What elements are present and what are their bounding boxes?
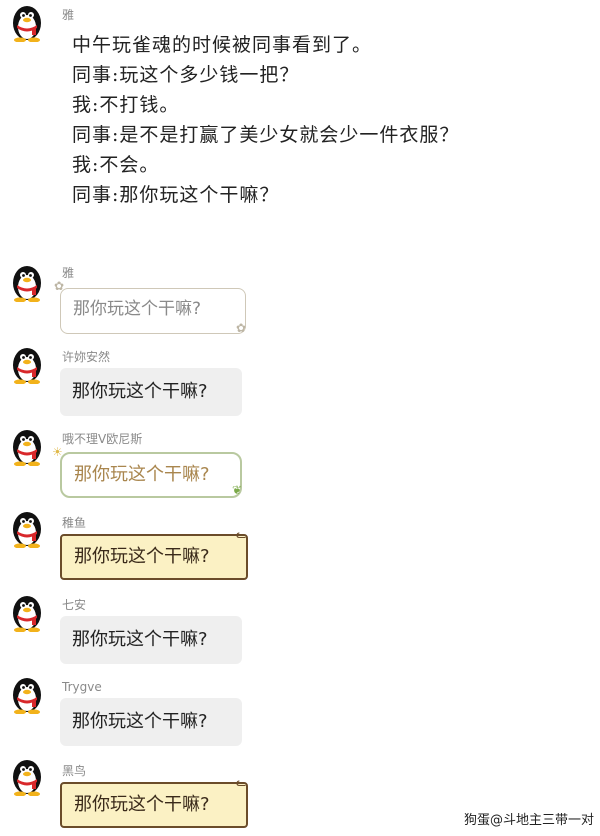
- message-bubble[interactable]: 那你玩这个干嘛?: [60, 782, 248, 828]
- message-line: 同事:那你玩这个干嘛？: [72, 184, 280, 206]
- avatar[interactable]: [8, 262, 46, 302]
- message-line: 同事:是不是打赢了美少女就会少一件衣服？: [72, 124, 460, 146]
- sender-name: 哦不理V欧尼斯: [62, 432, 143, 446]
- message-bubble[interactable]: 那你玩这个干嘛?: [60, 288, 246, 334]
- message-line: 中午玩雀魂的时候被同事看到了。: [72, 34, 373, 56]
- message-bubble[interactable]: 那你玩这个干嘛?: [60, 452, 242, 498]
- qq-penguin-icon: [13, 512, 41, 548]
- avatar[interactable]: [8, 344, 46, 384]
- avatar[interactable]: [8, 756, 46, 796]
- message-line: 同事:玩这个多少钱一把？: [72, 64, 300, 86]
- message-text: 那你玩这个干嘛?: [72, 711, 208, 732]
- qq-penguin-icon: [13, 760, 41, 796]
- avatar[interactable]: [8, 674, 46, 714]
- qq-penguin-icon: [13, 348, 41, 384]
- flower-deco-icon: ✿: [54, 279, 65, 293]
- message-line: 我:不会。: [72, 154, 160, 176]
- message-bubble[interactable]: 那你玩这个干嘛?: [60, 616, 242, 664]
- qq-penguin-icon: [13, 6, 41, 42]
- qq-penguin-icon: [13, 266, 41, 302]
- message-text: 那你玩这个干嘛?: [74, 546, 210, 567]
- qq-penguin-icon: [13, 596, 41, 632]
- footer-credit: 狗蛋@斗地主三带一对: [463, 813, 594, 828]
- sender-name: Trygve: [62, 680, 102, 694]
- message-bubble[interactable]: 那你玩这个干嘛?: [60, 534, 248, 580]
- message-text: 那你玩这个干嘛?: [72, 381, 208, 402]
- sender-name: 黑鸟: [62, 764, 87, 778]
- cat-deco-icon: ᓚ: [236, 527, 247, 541]
- sender-name: 稚鱼: [62, 516, 87, 530]
- message-text-block: 中午玩雀魂的时候被同事看到了。 同事:玩这个多少钱一把？ 我:不打钱。 同事:是…: [72, 30, 459, 210]
- avatar[interactable]: [8, 426, 46, 466]
- qq-penguin-icon: [13, 430, 41, 466]
- sender-name: 许妳安然: [62, 350, 111, 364]
- message-bubble[interactable]: 那你玩这个干嘛?: [60, 368, 242, 416]
- sender-name: 雅: [62, 8, 75, 22]
- message-text: 那你玩这个干嘛?: [74, 464, 210, 485]
- avatar[interactable]: [8, 2, 46, 42]
- sun-deco-icon: ☀: [52, 445, 63, 459]
- cat-deco-icon: ᓚ: [236, 775, 247, 789]
- avatar[interactable]: [8, 592, 46, 632]
- message-bubble[interactable]: 那你玩这个干嘛?: [60, 698, 242, 746]
- flower-deco-icon: ✿: [236, 321, 247, 335]
- message-line: 我:不打钱。: [72, 94, 180, 116]
- avatar[interactable]: [8, 508, 46, 548]
- qq-penguin-icon: [13, 678, 41, 714]
- sender-name: 七安: [62, 598, 87, 612]
- leaf-deco-icon: ❦: [232, 483, 243, 497]
- message-text: 那你玩这个干嘛?: [74, 794, 210, 815]
- message-text: 那你玩这个干嘛?: [72, 629, 208, 650]
- message-text: 那你玩这个干嘛?: [73, 299, 202, 319]
